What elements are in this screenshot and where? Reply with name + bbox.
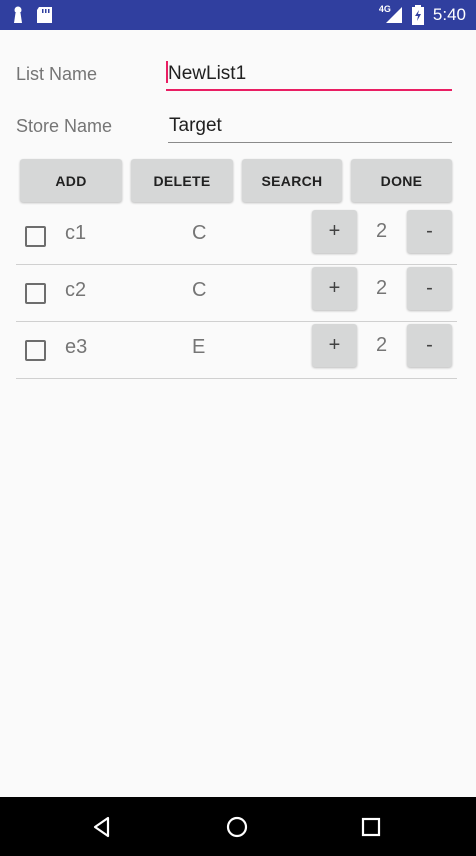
home-icon — [226, 816, 248, 837]
store-name-underline — [168, 142, 452, 143]
notification-icon — [14, 6, 22, 23]
increment-button[interactable]: + — [312, 267, 357, 310]
item-quantity: 2 — [376, 277, 388, 299]
list-item: c1 C + 2 - — [16, 208, 457, 265]
add-button[interactable]: ADD — [20, 159, 122, 202]
item-name: c2 — [65, 279, 87, 301]
decrement-button[interactable]: - — [407, 267, 452, 310]
item-name: e3 — [65, 336, 88, 358]
list-name-label: List Name — [16, 64, 98, 84]
increment-button[interactable]: + — [312, 324, 357, 367]
sd-card-icon — [37, 7, 52, 23]
item-checkbox[interactable] — [25, 226, 46, 247]
item-checkbox[interactable] — [25, 340, 46, 361]
recents-button[interactable] — [339, 797, 403, 856]
back-button[interactable] — [70, 797, 134, 856]
item-checkbox[interactable] — [25, 283, 46, 304]
item-quantity: 2 — [376, 334, 388, 356]
navigation-bar — [0, 797, 476, 856]
network-type-label: 4G — [378, 4, 391, 14]
list-item: e3 E + 2 - — [16, 322, 457, 379]
status-right-icons: 4G 5:40 — [379, 0, 466, 30]
status-left-icons — [12, 6, 62, 29]
notification-icons — [14, 6, 52, 23]
done-button[interactable]: DONE — [351, 159, 452, 202]
item-category: C — [192, 222, 207, 244]
search-button[interactable]: SEARCH — [242, 159, 342, 202]
list-name-underline — [166, 89, 452, 91]
row-divider — [16, 378, 457, 379]
back-icon — [93, 816, 110, 837]
item-category: C — [192, 279, 207, 301]
store-name-input[interactable]: Target — [169, 115, 222, 137]
increment-button[interactable]: + — [312, 210, 357, 253]
text-cursor — [166, 61, 168, 83]
list-item: c2 C + 2 - — [16, 265, 457, 322]
status-bar: 4G 5:40 — [0, 0, 476, 30]
home-button[interactable] — [205, 797, 269, 856]
store-name-label: Store Name — [16, 116, 113, 136]
status-time: 5:40 — [432, 5, 466, 24]
delete-button[interactable]: DELETE — [131, 159, 233, 202]
recents-icon — [361, 817, 381, 836]
decrement-button[interactable]: - — [407, 210, 452, 253]
decrement-button[interactable]: - — [407, 324, 452, 367]
battery-icon — [411, 5, 424, 25]
item-category: E — [192, 336, 206, 358]
item-quantity: 2 — [376, 220, 388, 242]
list-name-input[interactable]: NewList1 — [168, 63, 246, 85]
item-name: c1 — [65, 222, 87, 244]
